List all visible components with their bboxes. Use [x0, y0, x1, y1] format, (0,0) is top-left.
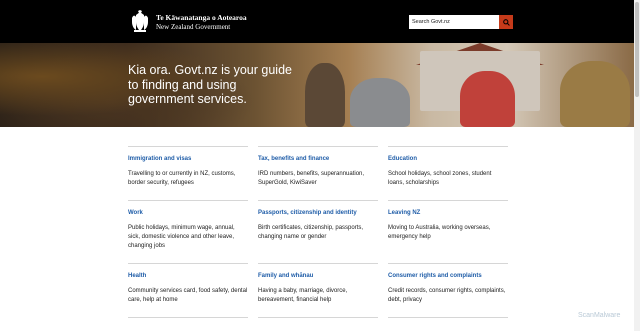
english-government-name: New Zealand Government	[156, 22, 231, 31]
government-name[interactable]: Te Kāwanatanga o Aotearoa New Zealand Go…	[156, 13, 247, 31]
topic-link-education[interactable]: Education	[388, 156, 508, 162]
topic-card	[258, 317, 378, 327]
topic-card: Passports, citizenship and identity Birt…	[258, 200, 378, 242]
topic-grid: Immigration and visas Travelling to or c…	[128, 146, 508, 331]
topic-description: Birth certificates, citizenship, passpor…	[258, 225, 364, 240]
topic-card	[128, 317, 248, 327]
topic-link-work[interactable]: Work	[128, 210, 248, 216]
hero-image-person	[560, 61, 630, 127]
topic-description: Travelling to or currently in NZ, custom…	[128, 171, 236, 186]
topic-link-family[interactable]: Family and whānau	[258, 273, 378, 279]
topic-card: Work Public holidays, minimum wage, annu…	[128, 200, 248, 251]
topic-link-tax[interactable]: Tax, benefits and finance	[258, 156, 378, 162]
topic-card: Consumer rights and complaints Credit re…	[388, 263, 508, 305]
maori-government-name: Te Kāwanatanga o Aotearoa	[156, 13, 247, 22]
topic-description: Public holidays, minimum wage, annual, s…	[128, 225, 235, 249]
scrollbar-thumb[interactable]	[635, 2, 639, 97]
topic-card: Tax, benefits and finance IRD numbers, b…	[258, 146, 378, 188]
hero-image-person	[305, 63, 345, 127]
topic-description: Having a baby, marriage, divorce, bereav…	[258, 288, 348, 303]
topic-card: Education School holidays, school zones,…	[388, 146, 508, 188]
topic-card: Family and whānau Having a baby, marriag…	[258, 263, 378, 305]
site-header: Te Kāwanatanga o Aotearoa New Zealand Go…	[0, 0, 634, 43]
page-scrollbar[interactable]	[634, 0, 640, 331]
topic-description: Community services card, food safety, de…	[128, 288, 248, 303]
search-icon	[502, 18, 510, 26]
topic-description: Moving to Australia, working overseas, e…	[388, 225, 491, 240]
search-button[interactable]	[499, 15, 513, 29]
watermark-text: ScanMalware	[578, 312, 621, 319]
hero-image-person	[350, 78, 410, 127]
hero-image-person	[460, 71, 515, 127]
topic-card: Health Community services card, food saf…	[128, 263, 248, 305]
topic-link-consumer-rights[interactable]: Consumer rights and complaints	[388, 273, 508, 279]
topic-link-health[interactable]: Health	[128, 273, 248, 279]
search-input[interactable]	[409, 15, 499, 29]
topic-description: Credit records, consumer rights, complai…	[388, 288, 506, 303]
topic-description: School holidays, school zones, student l…	[388, 171, 492, 186]
topic-card	[388, 317, 508, 327]
nz-coat-of-arms-icon[interactable]	[128, 10, 152, 34]
search-form	[409, 15, 513, 29]
topic-link-immigration[interactable]: Immigration and visas	[128, 156, 248, 162]
topic-card: Leaving NZ Moving to Australia, working …	[388, 200, 508, 242]
hero-title: Kia ora. Govt.nz is your guide to findin…	[128, 63, 292, 106]
topic-description: IRD numbers, benefits, superannuation, S…	[258, 171, 365, 186]
topic-link-leaving-nz[interactable]: Leaving NZ	[388, 210, 508, 216]
hero-banner: Kia ora. Govt.nz is your guide to findin…	[0, 43, 634, 127]
topic-link-passports[interactable]: Passports, citizenship and identity	[258, 210, 378, 216]
topic-card: Immigration and visas Travelling to or c…	[128, 146, 248, 188]
